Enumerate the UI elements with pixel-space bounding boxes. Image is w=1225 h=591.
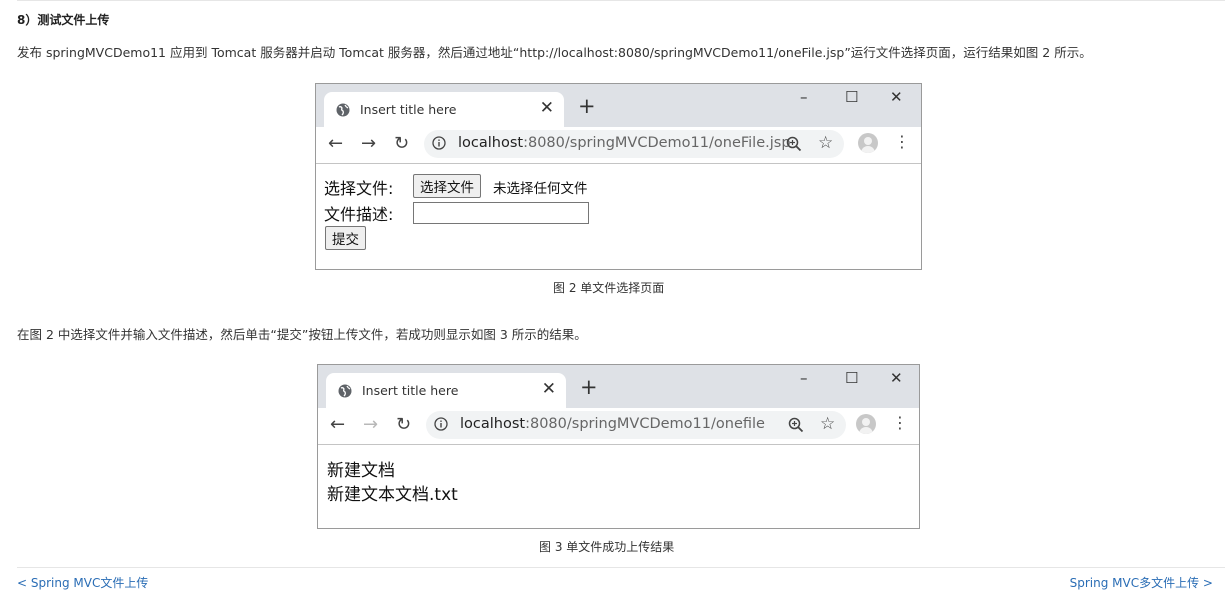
star-icon[interactable]: ☆ (820, 414, 835, 434)
star-icon[interactable]: ☆ (818, 133, 833, 153)
tab-strip: Insert title here ✕ + – ☐ ✕ (318, 365, 919, 408)
browser-tab[interactable]: Insert title here ✕ (326, 373, 566, 408)
browser-window-file-select: Insert title here ✕ + – ☐ ✕ ← → ↻ localh… (315, 83, 922, 270)
bottom-divider (17, 567, 1225, 568)
address-bar[interactable]: localhost:8080/springMVCDemo11/onefile ☆ (426, 411, 846, 439)
top-divider (17, 0, 1225, 1)
section-heading: 8）测试文件上传 (17, 13, 110, 27)
result-line-1: 新建文档 (327, 461, 395, 481)
info-icon[interactable] (432, 136, 446, 150)
browser-window-upload-result: Insert title here ✕ + – ☐ ✕ ← → ↻ localh… (317, 364, 920, 529)
figure-2-caption: 图 2 单文件选择页面 (553, 281, 665, 295)
minimize-icon[interactable]: – (800, 88, 808, 106)
reload-icon[interactable]: ↻ (394, 133, 409, 154)
url-text[interactable]: localhost:8080/springMVCDemo11/oneFile.j… (458, 135, 791, 151)
toolbar: ← → ↻ localhost:8080/springMVCDemo11/one… (316, 127, 921, 164)
new-tab-icon[interactable]: + (580, 375, 598, 399)
page-content: 选择文件: 选择文件 未选择任何文件 文件描述: 提交 (316, 164, 921, 269)
next-article-link[interactable]: Spring MVC多文件上传 > (1070, 574, 1213, 591)
no-file-text: 未选择任何文件 (493, 181, 588, 197)
result-line-2: 新建文本文档.txt (327, 485, 458, 505)
new-tab-icon[interactable]: + (578, 94, 596, 118)
globe-icon (336, 103, 350, 117)
prev-article-link[interactable]: < Spring MVC文件上传 (17, 574, 148, 591)
url-text[interactable]: localhost:8080/springMVCDemo11/onefile (460, 416, 765, 432)
url-host: localhost (460, 416, 526, 432)
url-path: :8080/springMVCDemo11/onefile (525, 416, 765, 432)
close-window-icon[interactable]: ✕ (890, 369, 903, 387)
choose-file-button[interactable]: 选择文件 (413, 174, 481, 198)
profile-avatar-icon[interactable] (858, 133, 878, 153)
url-host: localhost (458, 135, 524, 151)
browser-tab[interactable]: Insert title here ✕ (324, 92, 564, 127)
globe-icon (338, 384, 352, 398)
profile-avatar-icon[interactable] (856, 414, 876, 434)
description-label: 文件描述: (324, 205, 394, 224)
info-icon[interactable] (434, 417, 448, 431)
paragraph-2: 在图 2 中选择文件并输入文件描述，然后单击“提交”按钮上传文件，若成功则显示如… (17, 327, 587, 342)
zoom-icon[interactable] (788, 417, 804, 433)
close-window-icon[interactable]: ✕ (890, 88, 903, 106)
figure-3-caption: 图 3 单文件成功上传结果 (539, 540, 675, 554)
tab-title: Insert title here (362, 383, 459, 398)
file-label: 选择文件: (324, 179, 394, 198)
kebab-menu-icon[interactable]: ⋮ (894, 132, 910, 151)
forward-icon[interactable]: → (363, 414, 378, 435)
tab-strip: Insert title here ✕ + – ☐ ✕ (316, 84, 921, 127)
maximize-icon[interactable]: ☐ (845, 88, 858, 106)
tab-close-icon[interactable]: ✕ (540, 98, 554, 118)
forward-icon[interactable]: → (361, 133, 376, 154)
submit-button[interactable]: 提交 (325, 226, 366, 250)
page-content: 新建文档 新建文本文档.txt (318, 445, 919, 528)
toolbar: ← → ↻ localhost:8080/springMVCDemo11/one… (318, 408, 919, 445)
tab-title: Insert title here (360, 102, 457, 117)
tab-close-icon[interactable]: ✕ (542, 379, 556, 399)
description-input[interactable] (413, 202, 589, 224)
minimize-icon[interactable]: – (800, 369, 808, 387)
paragraph-1: 发布 springMVCDemo11 应用到 Tomcat 服务器并启动 Tom… (17, 45, 1092, 60)
reload-icon[interactable]: ↻ (396, 414, 411, 435)
back-icon[interactable]: ← (330, 414, 345, 435)
kebab-menu-icon[interactable]: ⋮ (892, 413, 908, 432)
maximize-icon[interactable]: ☐ (845, 369, 858, 387)
zoom-icon[interactable] (786, 136, 802, 152)
address-bar[interactable]: localhost:8080/springMVCDemo11/oneFile.j… (424, 130, 844, 158)
url-path: :8080/springMVCDemo11/oneFile.jsp (523, 135, 791, 151)
back-icon[interactable]: ← (328, 133, 343, 154)
